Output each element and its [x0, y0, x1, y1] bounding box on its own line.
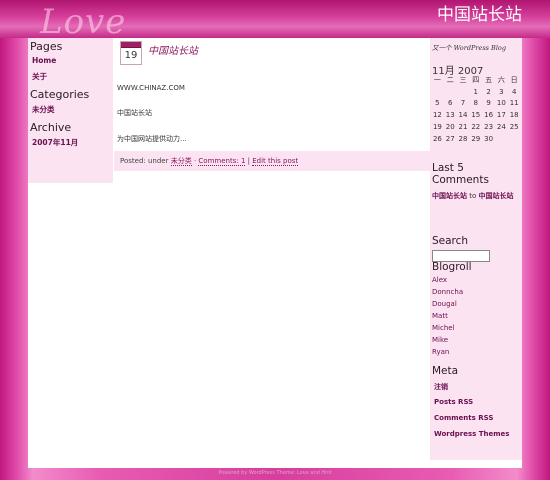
page-link-about[interactable]: 关于 — [32, 71, 113, 82]
calendar-day: 8 — [473, 99, 479, 108]
weekday: 五 — [485, 75, 493, 84]
blog-tagline: 又一个 WordPress Blog — [432, 44, 506, 52]
calendar-day: 11 — [509, 99, 519, 108]
calendar-day: 10 — [496, 99, 506, 108]
post-date-day: 19 — [124, 50, 138, 61]
calendar-day: 5 — [435, 99, 440, 108]
recent-comment: 中国站长站 to 中国站长站 — [432, 192, 520, 201]
category-link-uncategorized[interactable]: 未分类 — [32, 104, 113, 115]
post-title[interactable]: 中国站长站 — [148, 42, 198, 57]
blogroll-link[interactable]: Alex — [432, 276, 463, 288]
post-meta: Posted: under 未分类 · Comments: 1 | Edit t… — [114, 151, 430, 171]
weekday: 一 — [433, 75, 441, 84]
calendar-day: 29 — [471, 134, 481, 143]
weekday: 六 — [497, 75, 505, 84]
calendar-day: 20 — [445, 123, 455, 132]
search-heading: Search — [432, 235, 469, 247]
calendar-day: 25 — [509, 123, 519, 132]
post-meta-prefix: Posted: under — [120, 157, 169, 165]
calendar-day: 2 — [486, 87, 491, 96]
post-comments-link[interactable]: Comments: 1 — [198, 157, 246, 166]
calendar-day: 6 — [447, 99, 453, 108]
post-paragraph: 为中国网站提供动力... — [117, 135, 187, 143]
calendar-day — [444, 86, 457, 98]
meta-heading: Meta — [432, 365, 459, 377]
edit-post-link[interactable]: Edit this post — [252, 157, 299, 166]
logout-link[interactable]: 注销 — [434, 382, 509, 398]
calendar-day: 26 — [432, 134, 442, 143]
site-title[interactable]: 中国站长站 — [437, 0, 522, 25]
calendar-day: 7 — [460, 99, 466, 108]
calendar-day — [508, 133, 521, 145]
weekday: 日 — [510, 75, 518, 84]
archive-heading: Archive — [30, 121, 72, 134]
blogroll-list: Alex Donncha Dougal Matt Michel Mike Rya… — [432, 276, 463, 360]
blogroll-link[interactable]: Ryan — [432, 348, 463, 360]
post-body: WWW.CHINAZ.COM 中国站长站 为中国网站提供动力... — [117, 84, 417, 160]
calendar-day: 27 — [445, 134, 455, 143]
calendar-day: 23 — [484, 123, 494, 132]
calendar-day: 13 — [445, 111, 455, 120]
weekday: 四 — [472, 75, 480, 84]
post-paragraph: 中国站长站 — [117, 109, 152, 117]
meta-separator: | — [247, 157, 250, 165]
blogroll-link[interactable]: Michel — [432, 324, 463, 336]
calendar-day: 21 — [458, 123, 468, 132]
posts-rss-link[interactable]: Posts RSS — [434, 398, 509, 414]
calendar-day: 1 — [473, 87, 479, 96]
calendar-day — [495, 133, 508, 145]
comment-author-link[interactable]: 中国站长站 — [432, 192, 467, 200]
calendar-day — [431, 86, 444, 98]
calendar-day: 15 — [471, 111, 481, 120]
comment-to: to — [469, 192, 477, 200]
last-comments-heading: Last 5 Comments — [432, 162, 489, 186]
footer: Powered by WordPress Theme: Love and Hin… — [218, 470, 332, 476]
wordpress-themes-link[interactable]: Wordpress Themes — [434, 430, 509, 446]
post-paragraph: WWW.CHINAZ.COM — [117, 84, 185, 92]
archive-link-2007-11[interactable]: 2007年11月 — [32, 137, 113, 148]
header: Love 中国站长站 — [0, 0, 550, 42]
calendar-day: 19 — [432, 123, 442, 132]
calendar-day: 14 — [458, 111, 468, 120]
calendar-day: 12 — [432, 111, 442, 120]
blogroll-heading: Blogroll — [432, 261, 472, 273]
blogroll-link[interactable]: Matt — [432, 312, 463, 324]
calendar-day: 24 — [496, 123, 506, 132]
page-link-home[interactable]: Home — [32, 56, 113, 65]
meta-list: 注销 Posts RSS Comments RSS Wordpress Them… — [434, 382, 509, 446]
pages-heading: Pages — [30, 40, 63, 53]
calendar-day: 3 — [499, 87, 504, 96]
calendar-date-icon: 19 — [120, 41, 142, 65]
calendar: 一 二 三 四 五 六 日 1 2 3 4 5 6 7 8 9 10 11 12 13 14 15 16 17 1… — [431, 74, 521, 145]
calendar-day: 16 — [484, 111, 494, 120]
post-category-link[interactable]: 未分类 — [170, 157, 192, 166]
left-sidebar: Pages Home 关于 Categories 未分类 Archive 200… — [28, 38, 113, 183]
right-sidebar: 又一个 WordPress Blog 11月 2007 一 二 三 四 五 六 … — [430, 38, 522, 460]
calendar-day: 17 — [496, 111, 506, 120]
calendar-day: 22 — [471, 123, 481, 132]
calendar-day: 9 — [486, 99, 491, 108]
blogroll-link[interactable]: Dougal — [432, 300, 463, 312]
calendar-day: 28 — [458, 134, 468, 143]
post: 19 中国站长站 WWW.CHINAZ.COM 中国站长站 为中国网站提供动力.… — [114, 38, 430, 178]
comments-rss-link[interactable]: Comments RSS — [434, 414, 509, 430]
weekday: 三 — [459, 75, 467, 84]
blogroll-link[interactable]: Donncha — [432, 288, 463, 300]
logo[interactable]: Love — [40, 2, 126, 42]
calendar-day: 18 — [509, 111, 519, 120]
weekday: 二 — [446, 75, 454, 84]
calendar-day: 30 — [484, 134, 494, 143]
categories-heading: Categories — [30, 88, 90, 101]
blogroll-link[interactable]: Mike — [432, 336, 463, 348]
calendar-day — [457, 86, 470, 98]
calendar-day: 4 — [511, 87, 517, 96]
comment-post-link[interactable]: 中国站长站 — [479, 192, 514, 200]
